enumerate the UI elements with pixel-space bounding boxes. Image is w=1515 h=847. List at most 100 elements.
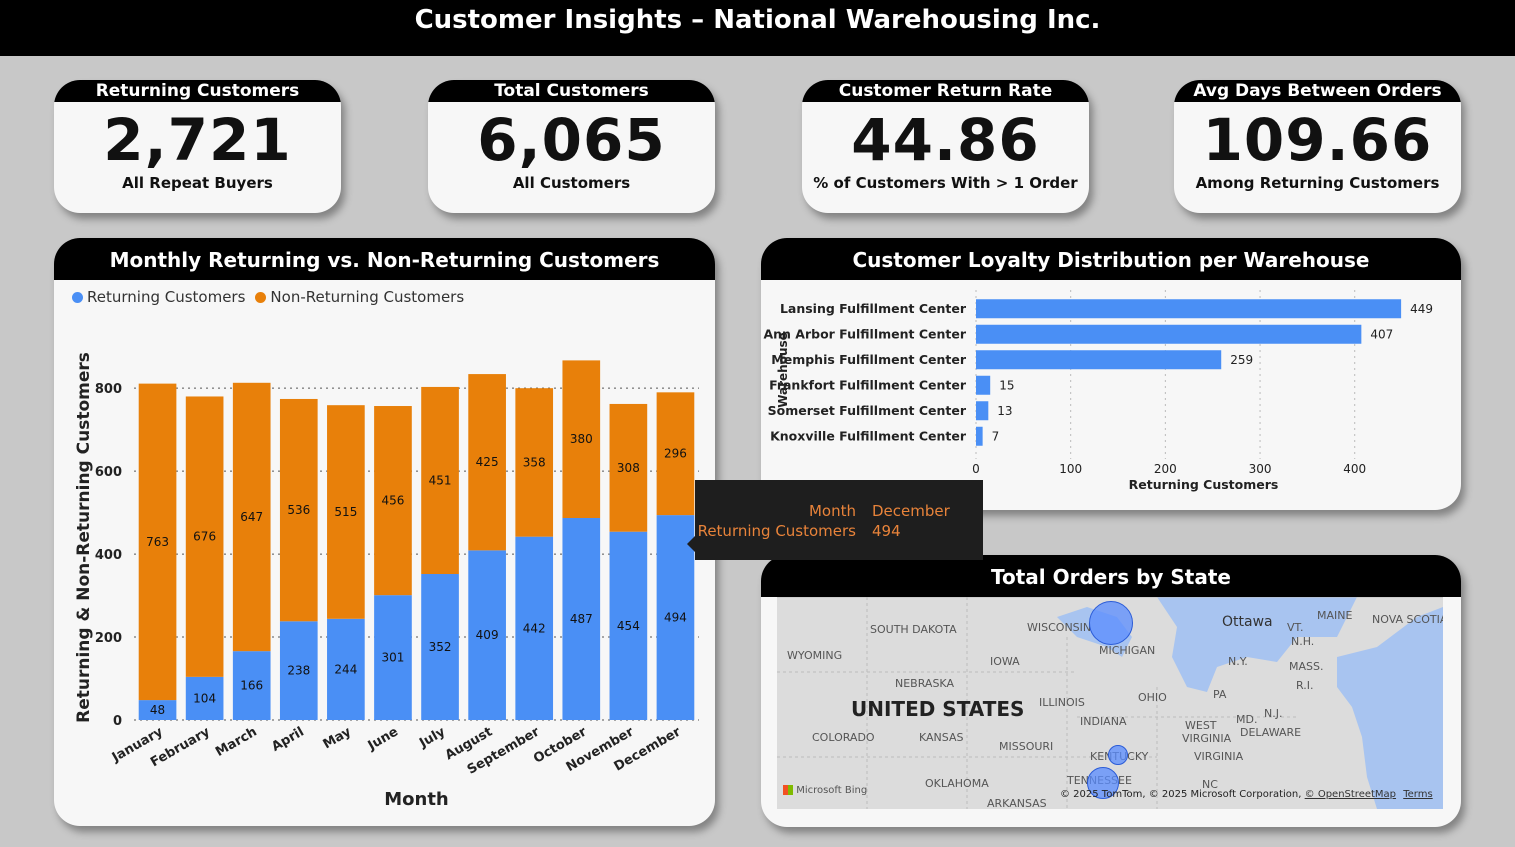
warehouse-bar[interactable] [976,426,983,446]
bar-data-label: 301 [382,651,405,665]
bar-data-label: 166 [240,679,263,693]
tooltip-arrow [687,536,695,552]
state-map[interactable]: SOUTH DAKOTA WISCONSIN MICHIGAN Ottawa M… [777,597,1443,809]
map-label-wisconsin: WISCONSIN [1027,621,1092,634]
warehouse-bar[interactable] [976,350,1222,370]
x-tick-label: 400 [1343,462,1366,476]
bar-data-label: 763 [146,535,169,549]
map-label-virginia-wv: VIRGINIA [1182,732,1232,745]
map-label-illinois: ILLINOIS [1039,696,1085,709]
bar-data-label: 296 [664,447,687,461]
map-label-nova-scotia: NOVA SCOTIA [1372,613,1443,626]
bar-data-label: 48 [150,703,165,717]
y-tick-label: 0 [113,714,122,729]
y-tick-label: 400 [95,548,122,563]
bar-data-label: 13 [997,404,1012,418]
y-tick-label: 600 [95,465,122,480]
bar-data-label: 449 [1410,302,1433,316]
tooltip-label: Month [808,502,856,520]
bar-data-label: 7 [992,429,1000,443]
x-axis-title: Returning Customers [1129,477,1279,492]
monthly-customers-panel[interactable]: Monthly Returning vs. Non-Returning Cust… [54,238,715,826]
map-label-iowa: IOWA [990,655,1020,668]
kpi-title: Total Customers [428,80,715,102]
bar-data-label: 676 [193,530,216,544]
y-tick-label: 800 [95,382,122,397]
bar-data-label: 358 [523,455,546,469]
x-axis-title: Month [384,789,449,810]
x-tick-label: June [365,724,401,754]
map-label-west: WEST [1185,719,1217,732]
map-label-oklahoma: OKLAHOMA [925,777,989,790]
kpi-total-customers[interactable]: Total Customers 6,065 All Customers [428,80,715,213]
y-tick-label: Lansing Fulfillment Center [780,301,967,316]
map-label-colorado: COLORADO [812,731,875,744]
map-label-delaware: DELAWARE [1240,726,1302,739]
map-label-nebraska: NEBRASKA [895,677,954,690]
terms-link[interactable]: Terms [1403,789,1432,800]
warehouse-loyalty-panel[interactable]: Customer Loyalty Distribution per Wareho… [761,238,1461,510]
kpi-customer-return-rate[interactable]: Customer Return Rate 44.86 % of Customer… [802,80,1089,213]
bar-data-label: 380 [570,432,593,446]
map-label-maine: MAINE [1317,609,1353,622]
x-tick-label: 300 [1249,462,1272,476]
map-label-kansas: KANSAS [919,731,964,744]
x-tick-label: July [416,724,448,751]
warehouse-bar[interactable] [976,375,991,395]
bar-data-label: 308 [617,461,640,475]
map-label-ottawa: Ottawa [1222,614,1273,630]
kpi-value: 44.86 [851,106,1040,174]
map-label-nh: N.H. [1291,635,1315,648]
map-bubble-michigan[interactable] [1089,601,1133,645]
kpi-subtitle: All Repeat Buyers [122,174,273,192]
tooltip-value: 494 [872,522,901,540]
map-label-pa: PA [1213,688,1227,701]
x-tick-label: 0 [972,462,980,476]
x-tick-label: April [269,724,307,754]
panel-title: Total Orders by State [761,555,1461,597]
kpi-avg-days-between-orders[interactable]: Avg Days Between Orders 109.66 Among Ret… [1174,80,1461,213]
bar-data-label: 244 [334,662,357,676]
map-label-ri: R.I. [1296,679,1314,692]
warehouse-bar-chart[interactable]: 0 100 200 300 400 Lansing Fulfillment Center 4… [761,280,1461,510]
y-tick-label: Ann Arbor Fulfillment Center [763,326,966,341]
y-tick-label: 200 [95,631,122,646]
map-bubble-kentucky[interactable] [1108,745,1128,765]
bar-data-label: 515 [334,505,357,519]
y-tick-label: Memphis Fulfillment Center [771,352,967,367]
monthly-stacked-bar-chart[interactable]: 020040060080048763January104676February1… [54,280,715,826]
kpi-value: 6,065 [477,106,666,174]
bar-data-label: 647 [240,510,263,524]
tooltip-value: December [872,502,950,520]
attribution-text: © 2025 TomTom, © 2025 Microsoft Corporat… [1060,789,1302,800]
map-label-ohio: OHIO [1138,691,1167,704]
map-label-united-states: UNITED STATES [851,697,1025,721]
panel-title: Monthly Returning vs. Non-Returning Cust… [54,238,715,280]
osm-link[interactable]: © OpenStreetMap [1305,789,1396,800]
warehouse-bar[interactable] [976,299,1402,319]
y-tick-label: Knoxville Fulfillment Center [770,428,967,443]
bar-data-label: 352 [429,640,452,654]
map-label-virginia: VIRGINIA [1194,750,1244,763]
bar-data-label: 454 [617,619,640,633]
bar-data-label: 487 [570,612,593,626]
bar-data-label: 238 [287,664,310,678]
kpi-title: Returning Customers [54,80,341,102]
x-tick-label: 200 [1154,462,1177,476]
warehouse-bar[interactable] [976,324,1362,344]
map-label-wyoming: WYOMING [787,649,843,662]
dashboard-title: Customer Insights – National Warehousing… [0,0,1515,56]
bing-label: Microsoft Bing [796,785,868,796]
x-tick-label: May [321,724,355,752]
orders-by-state-panel[interactable]: Total Orders by State SOUTH DAKOTA WISCO… [761,555,1461,827]
y-tick-label: Somerset Fulfillment Center [768,403,967,418]
bing-icon [783,785,793,795]
bing-logo: Microsoft Bing [783,785,867,796]
bar-data-label: 259 [1230,353,1253,367]
kpi-returning-customers[interactable]: Returning Customers 2,721 All Repeat Buy… [54,80,341,213]
map-label-md: MD. [1236,713,1258,726]
y-axis-title: Warehouse [776,332,790,408]
kpi-value: 2,721 [103,106,292,174]
bar-data-label: 451 [429,473,452,487]
warehouse-bar[interactable] [976,401,989,421]
